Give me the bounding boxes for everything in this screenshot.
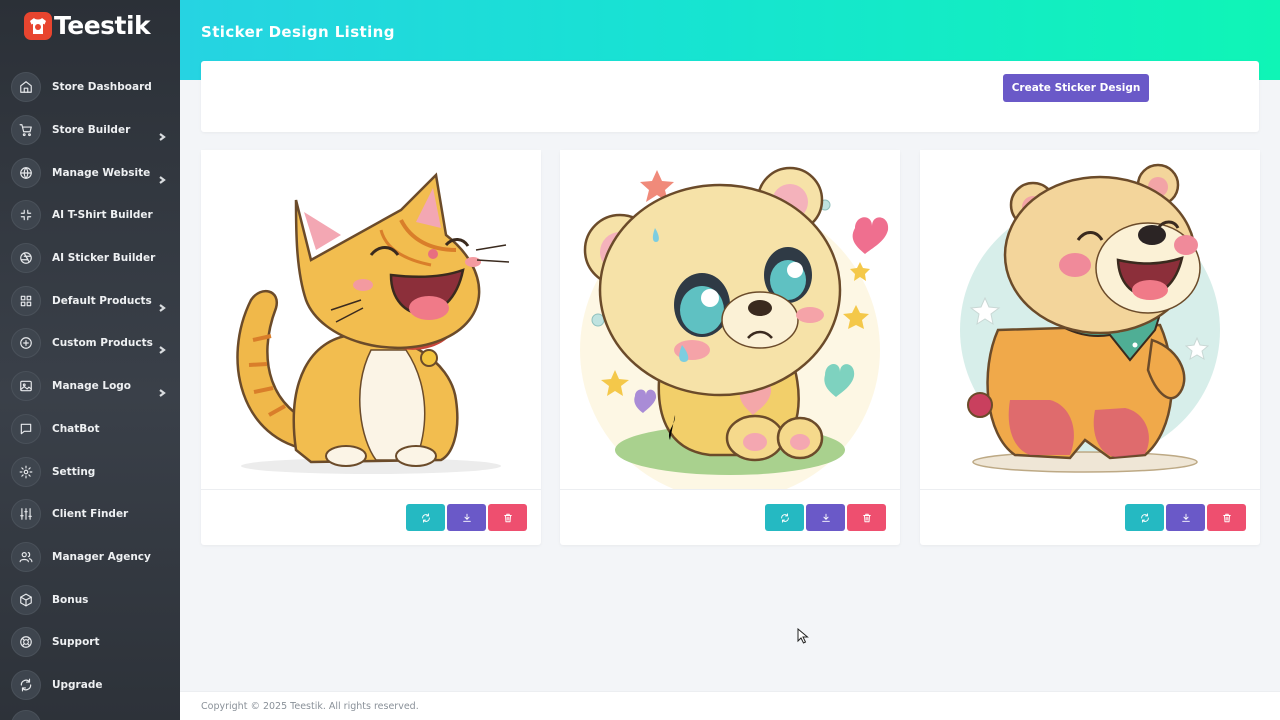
sidebar-item-chatbot[interactable]: ChatBot: [0, 408, 180, 451]
trash-icon: [862, 513, 871, 522]
refresh-icon: [11, 669, 41, 700]
brand-logo[interactable]: Teestik: [24, 11, 151, 41]
sidebar-item-manage-website[interactable]: Manage Website: [0, 151, 180, 194]
download-button[interactable]: [806, 504, 845, 531]
download-button[interactable]: [1166, 504, 1205, 531]
create-sticker-design-button[interactable]: Create Sticker Design: [1003, 74, 1149, 102]
toolbar-card: Create Sticker Design: [201, 61, 1259, 132]
sidebar-item-label: Manage Website: [52, 166, 151, 179]
sticker-image-laughing-cat[interactable]: [201, 150, 541, 489]
regenerate-button[interactable]: [1125, 504, 1164, 531]
download-icon: [1181, 513, 1190, 522]
sidebar-item-store-builder[interactable]: Store Builder: [0, 109, 180, 152]
regenerate-button[interactable]: [406, 504, 445, 531]
sidebar-item-support[interactable]: Support: [0, 621, 180, 664]
sliders-icon: [11, 499, 41, 530]
sidebar-item-label: Default Products: [52, 294, 152, 307]
sidebar-item-label: Bonus: [52, 593, 89, 606]
cart-icon: [11, 115, 41, 146]
home-icon: [11, 72, 41, 103]
card-divider: [201, 489, 541, 490]
tshirt-logo-icon: [24, 12, 52, 40]
refresh-icon: [780, 512, 789, 523]
page-footer: Copyright © 2025 Teestik. All rights res…: [180, 691, 1280, 720]
card-actions: [1125, 504, 1246, 531]
download-icon: [462, 513, 471, 522]
sidebar-item-manage-logo[interactable]: Manage Logo: [0, 365, 180, 408]
sidebar-item-label: Support: [52, 636, 100, 649]
card-actions: [765, 504, 886, 531]
sidebar-item-default-products[interactable]: Default Products: [0, 279, 180, 322]
chevron-right-icon: [158, 297, 166, 312]
sidebar-item-ai-tshirt-builder[interactable]: AI T-Shirt Builder: [0, 194, 180, 237]
users-icon: [11, 541, 41, 572]
sidebar-item-ai-sticker-builder[interactable]: AI Sticker Builder: [0, 237, 180, 280]
sidebar: Teestik Store Dashboard Store Builder Ma…: [0, 0, 180, 720]
sidebar-item-client-finder[interactable]: Client Finder: [0, 493, 180, 536]
sticker-image-laughing-bear[interactable]: [920, 150, 1260, 489]
box-icon: [11, 584, 41, 615]
sidebar-item-label: Client Finder: [52, 508, 129, 521]
chevron-right-icon: [158, 126, 166, 141]
lifebuoy-icon: [11, 627, 41, 658]
sidebar-item-setting[interactable]: Setting: [0, 450, 180, 493]
sidebar-item-upgrade[interactable]: Upgrade: [0, 664, 180, 707]
sidebar-item-label: Manager Agency: [52, 550, 151, 563]
sidebar-item-label: Setting: [52, 465, 96, 478]
trash-icon: [503, 513, 512, 522]
sidebar-item-store-dashboard[interactable]: Store Dashboard: [0, 66, 180, 109]
sidebar-item-label: ChatBot: [52, 422, 100, 435]
shrink-icon: [11, 200, 41, 231]
sidebar-item-label: Manage Logo: [52, 380, 132, 393]
page-title: Sticker Design Listing: [201, 23, 395, 41]
refresh-icon: [1140, 512, 1149, 523]
mouse-cursor-icon: [797, 628, 809, 644]
chevron-right-icon: [158, 382, 166, 398]
globe-icon: [11, 157, 41, 188]
regenerate-button[interactable]: [765, 504, 804, 531]
image-icon: [11, 371, 41, 402]
chevron-right-icon: [158, 339, 166, 355]
card-divider: [560, 489, 900, 490]
plus-circle-icon: [11, 328, 41, 359]
sticker-card: [560, 150, 900, 545]
sidebar-item-partial: [11, 710, 41, 720]
sidebar-item-label: Upgrade: [52, 678, 103, 691]
sticker-card: [920, 150, 1260, 545]
copyright-text: Copyright © 2025 Teestik. All rights res…: [201, 701, 419, 712]
refresh-icon: [421, 512, 430, 523]
download-button[interactable]: [447, 504, 486, 531]
trash-icon: [1222, 513, 1231, 522]
chevron-right-icon: [158, 169, 166, 184]
sidebar-item-label: Store Dashboard: [52, 81, 152, 94]
gear-icon: [11, 456, 41, 487]
chat-icon: [11, 413, 41, 444]
grid-icon: [11, 285, 41, 316]
card-actions: [406, 504, 527, 531]
sidebar-item-label: Store Builder: [52, 124, 131, 137]
delete-button[interactable]: [1207, 504, 1246, 531]
sidebar-item-label: Custom Products: [52, 337, 153, 350]
aperture-icon: [11, 243, 41, 274]
delete-button[interactable]: [847, 504, 886, 531]
delete-button[interactable]: [488, 504, 527, 531]
sidebar-item-label: AI T-Shirt Builder: [52, 209, 153, 222]
sticker-image-crying-bear[interactable]: [560, 150, 900, 489]
brand-name: Teestik: [54, 11, 151, 40]
download-icon: [821, 513, 830, 522]
sidebar-item-bonus[interactable]: Bonus: [0, 578, 180, 621]
sidebar-item-manager-agency[interactable]: Manager Agency: [0, 536, 180, 579]
sidebar-item-label: AI Sticker Builder: [52, 252, 156, 265]
sidebar-item-custom-products[interactable]: Custom Products: [0, 322, 180, 365]
card-divider: [920, 489, 1260, 490]
sidebar-nav: Store Dashboard Store Builder Manage Web…: [0, 66, 180, 706]
sticker-card: [201, 150, 541, 545]
